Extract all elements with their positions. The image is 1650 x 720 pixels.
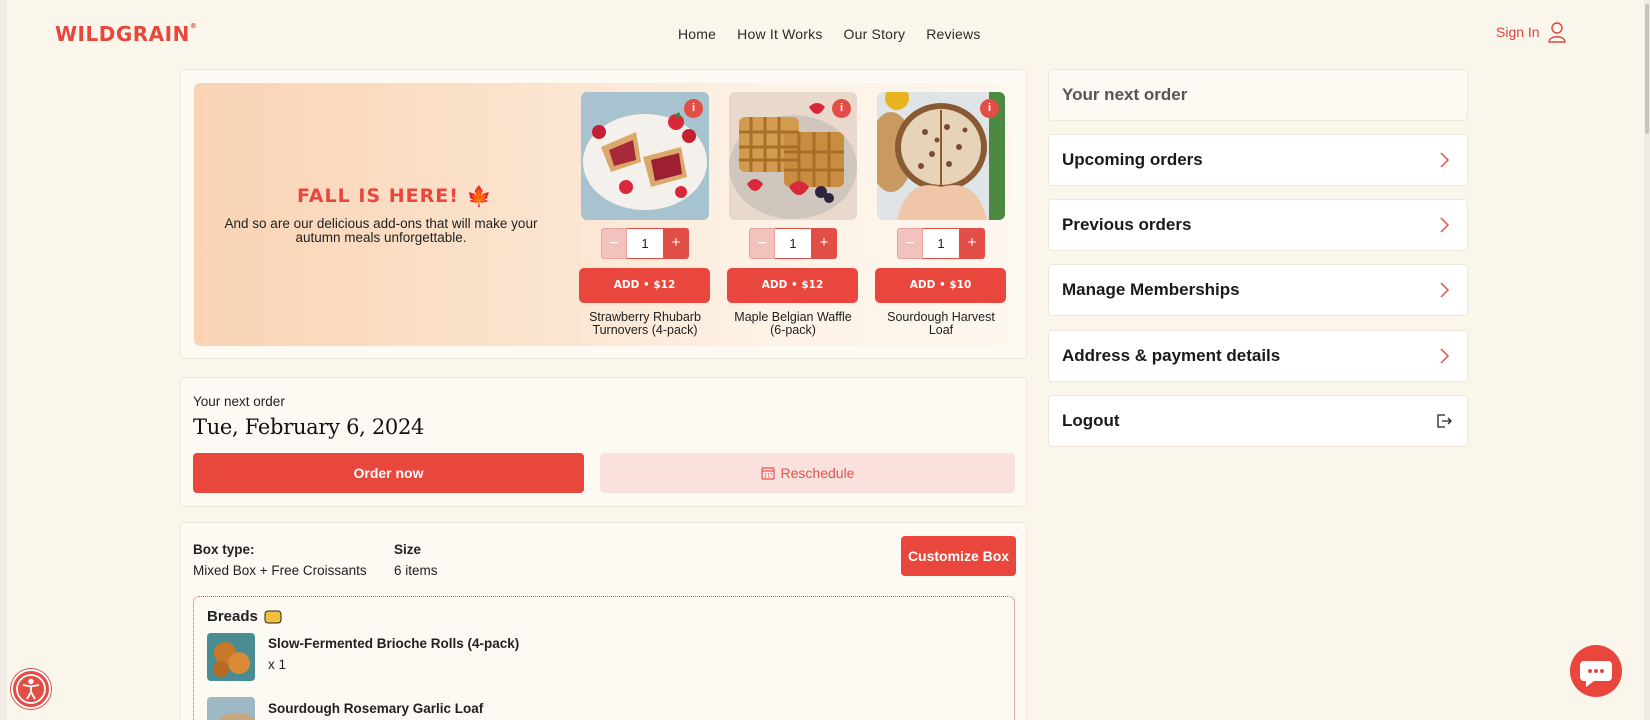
reschedule-button[interactable]: Reschedule xyxy=(600,453,1015,493)
addon-product: i − 1 + ADD • $10 Sourdough Harvest Loaf xyxy=(875,92,1007,337)
item-image-rosemary-loaf xyxy=(207,697,255,720)
user-icon xyxy=(1547,22,1566,43)
quantity-field[interactable]: 1 xyxy=(627,228,663,259)
item-image-brioche xyxy=(207,633,255,681)
add-turnovers-button[interactable]: ADD • $12 xyxy=(579,268,710,303)
calendar-icon xyxy=(760,467,775,480)
scrollbar-thumb[interactable] xyxy=(1645,4,1649,134)
item-quantity: x 1 xyxy=(268,657,287,672)
chevron-right-icon xyxy=(1440,152,1450,168)
sidebar-item-logout[interactable]: Logout xyxy=(1048,395,1468,447)
quantity-stepper: − 1 + xyxy=(897,228,985,259)
add-waffle-button[interactable]: ADD • $12 xyxy=(727,268,858,303)
nav-how-it-works[interactable]: How It Works xyxy=(737,26,822,42)
sidebar-item-upcoming-orders[interactable]: Upcoming orders xyxy=(1048,134,1468,186)
quantity-stepper: − 1 + xyxy=(749,228,837,259)
accessibility-icon xyxy=(16,674,46,704)
logo-registered-mark: ® xyxy=(189,22,198,30)
nav-reviews[interactable]: Reviews xyxy=(926,26,980,42)
decrement-button[interactable]: − xyxy=(749,228,775,259)
product-name: Sourdough Harvest Loaf xyxy=(887,310,995,337)
page-scrollbar[interactable] xyxy=(1644,0,1650,720)
sign-in-label: Sign In xyxy=(1496,24,1540,40)
item-name: Sourdough Rosemary Garlic Loaf xyxy=(268,701,484,716)
product-name: Maple Belgian Waffle (6-pack) xyxy=(734,310,852,337)
nav-home[interactable]: Home xyxy=(678,26,716,42)
logo-text: WILDGRAIN xyxy=(55,22,190,46)
item-name: Slow-Fermented Brioche Rolls (4-pack) xyxy=(268,636,520,651)
maple-leaf-icon: 🍁 xyxy=(466,184,493,208)
reschedule-label: Reschedule xyxy=(780,465,855,481)
breads-section: Breads Slow-Fermented Brioche Rolls (4-p… xyxy=(193,596,1015,720)
sidebar-item-label: Logout xyxy=(1062,411,1120,430)
bread-icon xyxy=(264,610,282,623)
next-order-card: Your next order Tue, February 6, 2024 Or… xyxy=(180,377,1027,507)
nav-our-story[interactable]: Our Story xyxy=(844,26,906,42)
next-order-label: Your next order xyxy=(193,394,285,409)
box-type-label: Box type: xyxy=(193,542,255,557)
quantity-field[interactable]: 1 xyxy=(923,228,959,259)
chevron-right-icon xyxy=(1440,348,1450,364)
increment-button[interactable]: + xyxy=(663,228,689,259)
addon-product: i − 1 + ADD • $12 Strawberry Rhubarb Tur… xyxy=(579,92,711,337)
quantity-stepper: − 1 + xyxy=(601,228,689,259)
sidebar-item-label: Upcoming orders xyxy=(1062,150,1203,169)
breads-title: Breads xyxy=(207,608,282,625)
box-details-card: Box type: Mixed Box + Free Croissants Si… xyxy=(180,522,1027,720)
next-order-date: Tue, February 6, 2024 xyxy=(193,415,425,439)
decrement-button[interactable]: − xyxy=(601,228,627,259)
left-edge xyxy=(0,0,7,720)
promo-subtitle: And so are our delicious add-ons that wi… xyxy=(224,216,538,245)
info-icon[interactable]: i xyxy=(832,99,851,118)
box-type-value: Mixed Box + Free Croissants xyxy=(193,563,367,578)
add-harvest-loaf-button[interactable]: ADD • $10 xyxy=(875,268,1006,303)
chat-button[interactable] xyxy=(1570,645,1622,697)
info-icon[interactable]: i xyxy=(684,99,703,118)
breads-title-text: Breads xyxy=(207,608,258,625)
sidebar-item-previous-orders[interactable]: Previous orders xyxy=(1048,199,1468,251)
increment-button[interactable]: + xyxy=(811,228,837,259)
quantity-field[interactable]: 1 xyxy=(775,228,811,259)
order-now-button[interactable]: Order now xyxy=(193,453,584,493)
wildgrain-logo[interactable]: WILDGRAIN® xyxy=(55,22,197,46)
box-size-label: Size xyxy=(394,542,422,557)
product-name: Strawberry Rhubarb Turnovers (4-pack) xyxy=(589,310,701,337)
decrement-button[interactable]: − xyxy=(897,228,923,259)
sidebar-item-label: Previous orders xyxy=(1062,215,1192,234)
chat-bubble-icon xyxy=(1580,661,1612,687)
sidebar-item-label: Manage Memberships xyxy=(1062,280,1240,299)
sidebar-item-next-order[interactable]: Your next order xyxy=(1048,69,1468,121)
product-image-turnovers[interactable]: i xyxy=(581,92,709,220)
product-image-harvest-loaf[interactable]: i xyxy=(877,92,1005,220)
accessibility-button[interactable] xyxy=(11,669,51,709)
sign-in-link[interactable]: Sign In xyxy=(1496,21,1568,43)
promo-title-text: FALL IS HERE! xyxy=(297,185,459,207)
promo-title: FALL IS HERE! 🍁 xyxy=(297,184,493,208)
sidebar-item-address-payment[interactable]: Address & payment details xyxy=(1048,330,1468,382)
sidebar-item-label: Your next order xyxy=(1062,85,1188,104)
main-nav: Home How It Works Our Story Reviews xyxy=(678,26,981,42)
info-icon[interactable]: i xyxy=(980,99,999,118)
sidebar-item-label: Address & payment details xyxy=(1062,346,1281,365)
logout-icon xyxy=(1437,414,1452,428)
addon-product: i − 1 + ADD • $12 Maple Belgian Waffle (… xyxy=(727,92,859,337)
chevron-right-icon xyxy=(1440,282,1450,298)
chevron-right-icon xyxy=(1440,217,1450,233)
box-size-value: 6 items xyxy=(394,563,438,578)
sidebar-item-manage-memberships[interactable]: Manage Memberships xyxy=(1048,264,1468,316)
product-image-waffle[interactable]: i xyxy=(729,92,857,220)
customize-box-button[interactable]: Customize Box xyxy=(901,536,1016,576)
increment-button[interactable]: + xyxy=(959,228,985,259)
